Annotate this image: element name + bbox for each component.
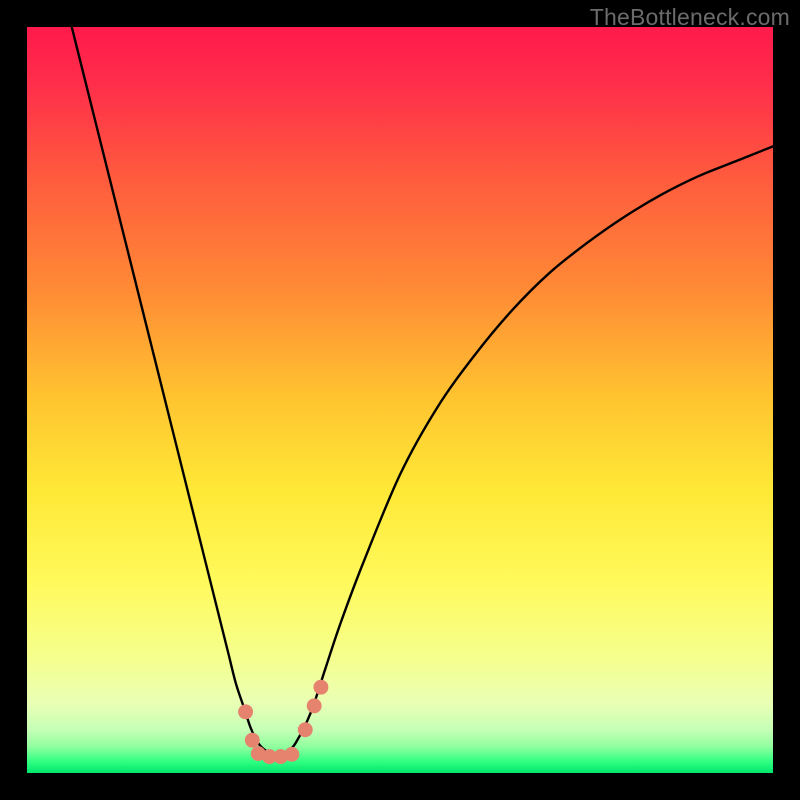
highlight-point (245, 733, 260, 748)
highlight-point (284, 747, 299, 762)
watermark-text: TheBottleneck.com (590, 4, 790, 31)
outer-black-frame: TheBottleneck.com (0, 0, 800, 800)
highlight-point (298, 722, 313, 737)
gradient-background (27, 27, 773, 773)
plot-area (27, 27, 773, 773)
highlight-point (238, 704, 253, 719)
highlight-point (313, 680, 328, 695)
highlight-point (307, 698, 322, 713)
plot-svg (27, 27, 773, 773)
